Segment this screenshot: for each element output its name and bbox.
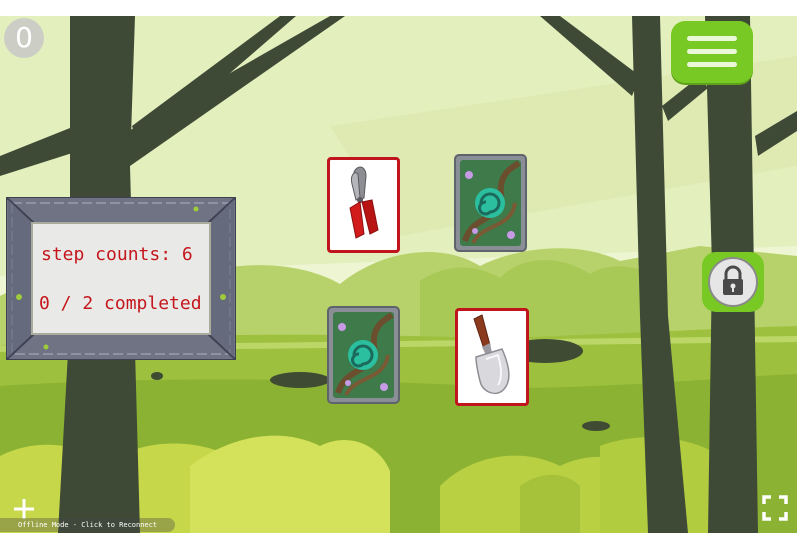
step-count-text: step counts: 6: [41, 244, 193, 265]
fullscreen-icon: [762, 495, 788, 521]
card-pruning-shears[interactable]: [327, 157, 400, 253]
status-panel: step counts: 6 0 / 2 completed: [6, 197, 236, 360]
card-back-2[interactable]: [326, 305, 401, 405]
menu-button[interactable]: [671, 21, 753, 83]
offline-reconnect-link[interactable]: Offline Mode - Click to Reconnect: [0, 518, 176, 532]
card-back-1[interactable]: [453, 153, 528, 253]
fullscreen-button[interactable]: [761, 494, 789, 522]
garden-trowel-icon: [473, 314, 510, 395]
pruning-shears-icon: [349, 166, 379, 239]
card-trowel[interactable]: [455, 308, 529, 406]
completed-count-text: 0 / 2 completed: [39, 293, 202, 314]
lock-button[interactable]: [702, 252, 764, 312]
game-stage: 0 step counts: 6 0 / 2 completed: [0, 16, 797, 533]
stone-frame: [6, 197, 236, 360]
card-back-swirl-icon: [327, 306, 400, 404]
score-badge: 0: [4, 18, 44, 58]
card-back-swirl-icon: [454, 154, 527, 252]
lock-icon: [723, 265, 743, 295]
